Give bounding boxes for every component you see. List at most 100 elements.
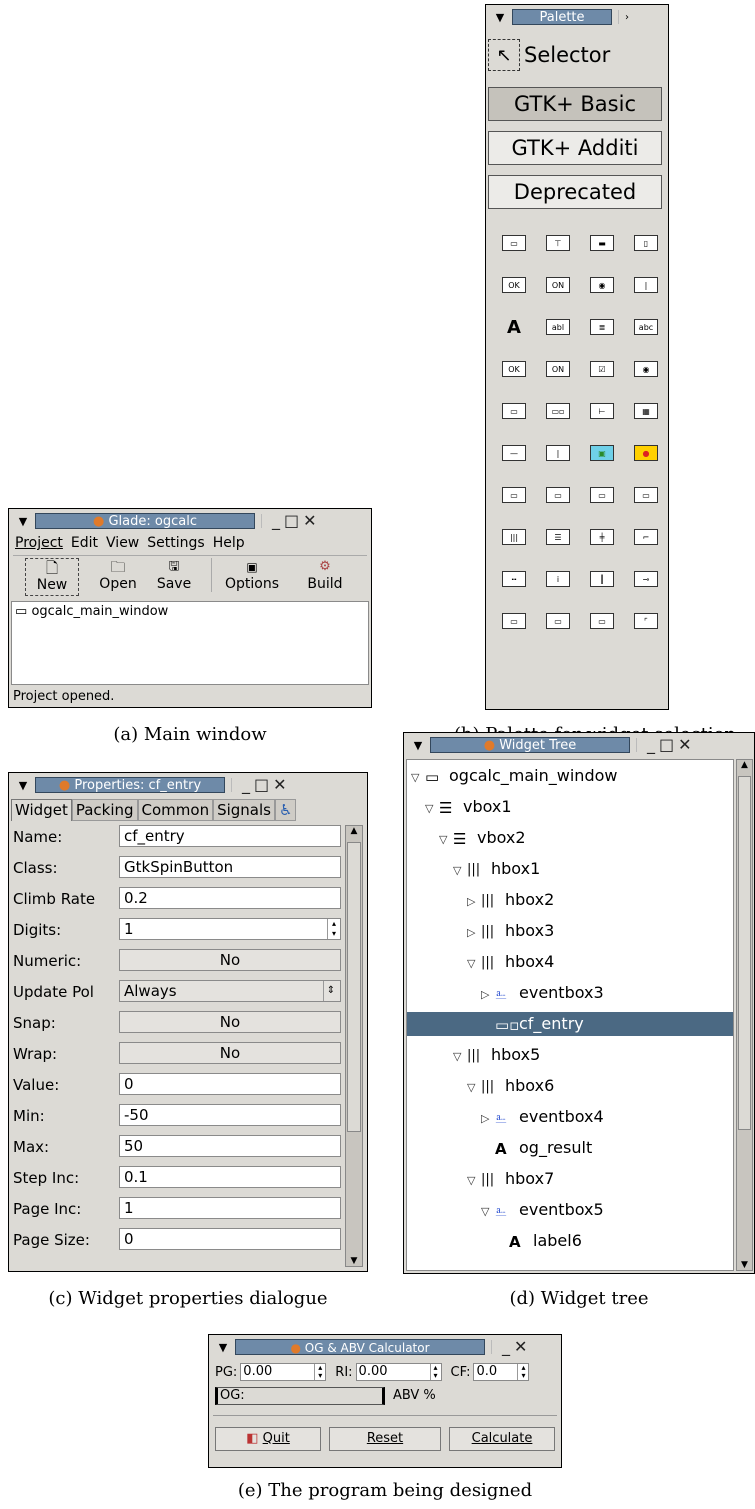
property-field[interactable]: 0.1 [119, 1166, 341, 1188]
window-menu-icon[interactable]: ▼ [488, 11, 512, 24]
tree-row[interactable]: ▽ ☰ vbox2 [407, 826, 733, 850]
collapsed-arrow-icon[interactable]: ▷ [481, 983, 495, 1007]
collapsed-arrow-icon[interactable]: ▷ [467, 921, 481, 945]
expanded-arrow-icon[interactable]: ▽ [467, 952, 481, 976]
property-spin[interactable]: 1 ▴ ▾ [119, 918, 341, 940]
menu-help[interactable]: Help [213, 535, 245, 551]
pg-spin[interactable]: 0.00 ▴ ▾ [240, 1363, 327, 1381]
entry-icon[interactable]: abl [544, 313, 572, 341]
scroll-down-icon[interactable]: ▼ [737, 1260, 752, 1270]
group-gtk-basic[interactable]: GTK+ Basic [488, 87, 662, 121]
frame-icon[interactable]: ▭ [500, 607, 528, 635]
file-dialog-icon[interactable]: ▭ [544, 481, 572, 509]
expanded-arrow-icon[interactable]: ▽ [425, 797, 439, 821]
tree-row[interactable]: ▷ ⎁ eventbox3 [407, 981, 733, 1005]
menu-bar-icon[interactable]: ⊤ [544, 229, 572, 257]
tree-row[interactable]: ▽ ▭ ogcalc_main_window [407, 764, 733, 788]
property-field[interactable]: 0 [119, 1228, 341, 1250]
vscale-icon[interactable]: ⅰ [544, 565, 572, 593]
property-toggle-button[interactable]: No [119, 949, 341, 971]
tree-row[interactable]: ▽ ||| hbox7 [407, 1167, 733, 1191]
minimize-icon[interactable]: _ [647, 737, 655, 753]
tab-common[interactable]: Common [137, 799, 214, 821]
combo-list-icon[interactable]: ≣ [588, 313, 616, 341]
cf-spin[interactable]: 0.0 ▴ ▾ [473, 1363, 530, 1381]
tree-view-icon[interactable]: ⊢ [588, 397, 616, 425]
tree-row[interactable]: ▽ ||| hbox6 [407, 1074, 733, 1098]
spin-button-icon[interactable]: ▭▫ [544, 397, 572, 425]
group-deprecated[interactable]: Deprecated [488, 175, 662, 209]
property-field[interactable]: 0.2 [119, 887, 341, 909]
statusbar-icon[interactable]: ┅ [500, 565, 528, 593]
notebook-icon[interactable]: ▭ [588, 607, 616, 635]
expanded-arrow-icon[interactable]: ▽ [453, 1045, 467, 1069]
collapsed-arrow-icon[interactable]: ▷ [481, 1107, 495, 1131]
viewport-icon[interactable]: ⌜ [632, 607, 660, 635]
expanded-arrow-icon[interactable]: ▽ [467, 1169, 481, 1193]
hseparator-icon[interactable]: — [500, 439, 528, 467]
hbox-icon[interactable]: ||| [500, 523, 528, 551]
property-field[interactable]: 1 [119, 1197, 341, 1219]
minimize-icon[interactable]: _ [502, 1339, 510, 1355]
grid-icon[interactable]: ╪ [588, 523, 616, 551]
check-row-icon[interactable]: | [632, 271, 660, 299]
maximize-icon[interactable]: □ [659, 737, 674, 753]
scroll-thumb[interactable] [738, 776, 751, 1130]
reset-button[interactable]: Reset [329, 1427, 441, 1451]
window-menu-icon[interactable]: ▼ [406, 739, 430, 752]
close-icon[interactable]: ✕ [678, 737, 691, 753]
property-toggle-button[interactable]: No [119, 1042, 341, 1064]
minimize-icon[interactable]: _ [272, 513, 280, 529]
spin-arrows-icon[interactable]: ▴ ▾ [429, 1364, 441, 1380]
properties-scrollbar[interactable]: ▲ ▼ [345, 825, 363, 1267]
minimize-icon[interactable]: _ [242, 777, 250, 793]
label-icon[interactable]: A [500, 313, 528, 341]
calculate-button[interactable]: Calculate [449, 1427, 555, 1451]
property-field[interactable]: cf_entry [119, 825, 341, 847]
tree-row[interactable]: ▷ ⎁ eventbox4 [407, 1105, 733, 1129]
vbox-icon[interactable]: ☰ [544, 523, 572, 551]
tree-row[interactable]: ▽ ☰ vbox1 [407, 795, 733, 819]
scroll-up-icon[interactable]: ▲ [346, 826, 362, 836]
on-toggle-row-icon[interactable]: ON [544, 271, 572, 299]
toolbar-icon[interactable]: ▬ [588, 229, 616, 257]
tree-row[interactable]: ▷ ||| hbox2 [407, 888, 733, 912]
tree-row[interactable]: ▭▫cf_entry [407, 1012, 733, 1036]
tab-signals[interactable]: Signals [213, 799, 275, 821]
toggle-button-icon[interactable]: ON [544, 355, 572, 383]
close-icon[interactable]: ✕ [273, 777, 286, 793]
maximize-icon[interactable]: □ [254, 777, 269, 793]
table-icon[interactable]: ▦ [632, 397, 660, 425]
open-button[interactable]: 🗀 Open [93, 558, 143, 594]
tab-widget[interactable]: Widget [11, 799, 72, 821]
spin-arrows-icon[interactable]: ▴ ▾ [314, 1364, 325, 1380]
window-menu-icon[interactable]: ▼ [11, 515, 35, 528]
expanded-arrow-icon[interactable]: ▽ [439, 828, 453, 852]
tree-row[interactable]: ▽ ||| hbox5 [407, 1043, 733, 1067]
tree-row[interactable]: ▷ ||| hbox3 [407, 919, 733, 943]
button-icon[interactable]: OK [500, 355, 528, 383]
text-view-icon[interactable]: abc [632, 313, 660, 341]
ok-button-row-icon[interactable]: OK [500, 271, 528, 299]
property-field[interactable]: 0 [119, 1073, 341, 1095]
check-button-icon[interactable]: ☑ [588, 355, 616, 383]
color-dialog-icon[interactable]: ▭ [588, 481, 616, 509]
fixed-icon[interactable]: ⌐ [632, 523, 660, 551]
ri-spin[interactable]: 0.00 ▴ ▾ [355, 1363, 442, 1381]
quit-button[interactable]: ◧ Quit [215, 1427, 321, 1451]
close-icon[interactable]: ✕ [303, 513, 316, 529]
vscrollbar-icon[interactable]: ┃ [588, 565, 616, 593]
tab-packing[interactable]: Packing [71, 799, 138, 821]
expanded-arrow-icon[interactable]: ▽ [453, 859, 467, 883]
collapsed-arrow-icon[interactable]: ▷ [467, 890, 481, 914]
expanded-arrow-icon[interactable]: ▽ [411, 766, 425, 790]
menu-project[interactable]: Project [15, 535, 63, 551]
selector-button[interactable]: ↖ Selector [488, 35, 664, 75]
property-toggle-button[interactable]: No [119, 1011, 341, 1033]
window-menu-icon[interactable]: ▼ [11, 779, 35, 792]
tree-row[interactable]: Aog_result [407, 1136, 733, 1160]
tab-accessibility-icon[interactable]: ♿ [275, 799, 297, 821]
image-icon[interactable]: ▣ [588, 439, 616, 467]
spin-arrows-icon[interactable]: ▴ ▾ [327, 919, 340, 939]
window-icon[interactable]: ▭ [500, 229, 528, 257]
